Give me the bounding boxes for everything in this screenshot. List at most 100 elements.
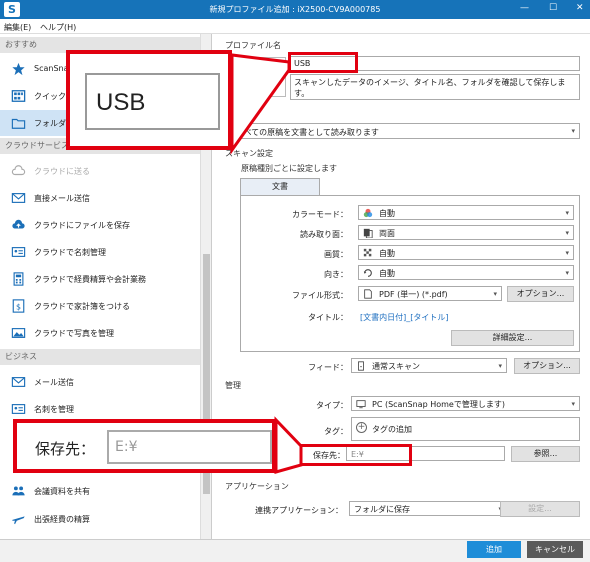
highlight-profile-name xyxy=(288,52,358,73)
orientation-dropdown[interactable]: 自動 ▾ xyxy=(358,265,574,280)
sidebar-item-cloud-card[interactable]: クラウドで名刺管理 xyxy=(0,239,200,265)
scan-settings-label: スキャン設定 xyxy=(225,149,273,158)
feed-dropdown[interactable]: 通常スキャン ▾ xyxy=(351,358,507,373)
orientation-label: 向き： xyxy=(324,270,348,279)
quality-value: 自動 xyxy=(379,249,395,258)
sidebar-item-cloud-file[interactable]: クラウドにファイルを保存 xyxy=(0,212,200,238)
plane-icon xyxy=(12,516,25,525)
callout-save-to-label: 保存先： xyxy=(35,440,96,458)
chevron-down-icon: ▾ xyxy=(571,400,575,408)
quality-label: 画質： xyxy=(324,250,348,259)
menu-edit[interactable]: 編集(E) xyxy=(4,22,31,33)
tab-document[interactable]: 文書 xyxy=(240,178,320,195)
people-icon xyxy=(12,486,25,496)
orientation-value: 自動 xyxy=(379,269,395,278)
color-wheel-icon xyxy=(363,208,373,218)
sidebar-item-mail-send[interactable]: メール送信 xyxy=(0,369,200,395)
chevron-down-icon: ▾ xyxy=(493,290,497,298)
scan-side-dropdown[interactable]: 両面 ▾ xyxy=(358,225,574,240)
sidebar-item-cloud-household[interactable]: $ クラウドで家計簿をつける xyxy=(0,293,200,319)
color-mode-label: カラーモード： xyxy=(292,210,348,219)
folder-preview[interactable] xyxy=(240,57,286,97)
callout-usb-text: USB xyxy=(96,89,146,116)
chevron-down-icon: ▾ xyxy=(498,362,502,370)
title-format-link[interactable]: [文書内日付]_[タイトル] xyxy=(360,312,448,323)
add-circle-icon[interactable]: + xyxy=(356,422,367,433)
sidebar-item-cloud-expense[interactable]: クラウドで経費精算や会計業務 xyxy=(0,266,200,292)
type-dropdown[interactable]: PC (ScanSnap Homeで管理します) ▾ xyxy=(351,396,580,411)
cancel-button[interactable]: キャンセル xyxy=(527,541,583,558)
file-format-value: PDF (単一) (*.pdf) xyxy=(379,290,448,299)
sidebar-item-label: メール送信 xyxy=(34,378,74,387)
scan-side-label: 読み取り面： xyxy=(300,230,348,239)
feed-value: 通常スキャン xyxy=(372,362,420,371)
format-options-button[interactable]: オプション... xyxy=(507,286,574,302)
color-mode-dropdown[interactable]: 自動 ▾ xyxy=(358,205,574,220)
calc-icon xyxy=(13,272,24,286)
feed-label: フィード： xyxy=(308,363,348,372)
color-mode-value: 自動 xyxy=(379,209,395,218)
callout-save-to-value: E:¥ xyxy=(115,439,138,455)
cloud-upload-icon xyxy=(12,219,25,229)
linked-app-dropdown[interactable]: フォルダに保存 ▾ xyxy=(349,501,507,516)
file-format-dropdown[interactable]: PDF (単一) (*.pdf) ▾ xyxy=(358,286,502,301)
sidebar-item-label: 直接メール送信 xyxy=(34,194,90,203)
sidebar-item-direct-mail[interactable]: 直接メール送信 xyxy=(0,185,200,211)
sidebar-item-travel-expense[interactable]: 出張経費の精算 xyxy=(0,506,200,532)
mail-icon xyxy=(11,193,26,203)
rotate-icon xyxy=(363,269,372,277)
minimize-icon[interactable]: — xyxy=(520,3,529,13)
sidebar-item-cloud-photo[interactable]: クラウドで写真を管理 xyxy=(0,320,200,346)
close-icon[interactable]: ✕ xyxy=(576,3,584,13)
duplex-icon xyxy=(363,228,373,238)
card-icon xyxy=(11,247,26,257)
tag-field[interactable]: + タグの追加 xyxy=(351,417,580,441)
chevron-down-icon: ▾ xyxy=(565,229,569,237)
feed-icon xyxy=(358,361,364,371)
sidebar-item-label: クラウドで写真を管理 xyxy=(34,329,114,338)
highlight-save-to xyxy=(299,444,412,466)
quality-dropdown[interactable]: 自動 ▾ xyxy=(358,245,574,260)
sidebar-item-label: クラウドで家計簿をつける xyxy=(34,302,130,311)
mail-icon xyxy=(11,377,26,387)
linked-app-label: 連携アプリケーション： xyxy=(255,506,343,515)
doc-type-value: すべての原稿を文書として読み取ります xyxy=(236,128,379,137)
callout-save-to-field: E:¥ xyxy=(107,430,272,464)
doc-type-dropdown[interactable]: すべての原稿を文書として読み取ります ▾ xyxy=(231,123,580,139)
chevron-down-icon: ▾ xyxy=(571,127,575,135)
pc-icon xyxy=(356,400,366,409)
sidebar-item-share-meeting[interactable]: 会議資料を共有 xyxy=(0,478,200,504)
profile-name-label: プロファイル名 xyxy=(225,41,281,50)
callout-usb-field: USB xyxy=(85,73,220,130)
sidebar-item-label: 会議資料を共有 xyxy=(34,487,90,496)
add-button[interactable]: 追加 xyxy=(467,541,521,558)
chevron-down-icon: ▾ xyxy=(565,209,569,217)
manage-label: 管理 xyxy=(225,381,241,390)
section-business: ビジネス xyxy=(0,349,200,365)
maximize-icon[interactable]: ☐ xyxy=(549,3,557,13)
folder-icon xyxy=(11,118,26,129)
per-type-label: 原稿種別ごとに設定します xyxy=(241,164,337,173)
grid-icon xyxy=(11,90,26,102)
sidebar-item-label: クラウドで名刺管理 xyxy=(34,248,106,257)
callout-usb-zoom: USB xyxy=(66,50,232,150)
type-value: PC (ScanSnap Homeで管理します) xyxy=(372,400,505,409)
app-settings-button[interactable]: 設定... xyxy=(500,501,580,517)
svg-text:$: $ xyxy=(16,303,21,312)
chevron-down-icon: ▾ xyxy=(565,249,569,257)
feed-options-button[interactable]: オプション... xyxy=(514,358,580,374)
menu-bar: 編集(E) ヘルプ(H) xyxy=(0,19,590,34)
title-label: タイトル： xyxy=(308,313,348,322)
quality-icon xyxy=(363,248,372,257)
detail-settings-button[interactable]: 詳細設定... xyxy=(451,330,574,346)
sidebar-item-label: 出張経費の精算 xyxy=(34,515,90,524)
dialog-footer: 追加 キャンセル xyxy=(0,539,590,562)
chevron-down-icon: ▾ xyxy=(565,269,569,277)
photo-icon xyxy=(11,328,26,338)
browse-button[interactable]: 参照... xyxy=(511,446,580,462)
sidebar-item-cloud-send[interactable]: クラウドに送る xyxy=(0,158,200,184)
profile-description[interactable]: スキャンしたデータのイメージ、タイトル名、フォルダを確認して保存します。 xyxy=(290,74,580,100)
pdf-file-icon xyxy=(364,289,372,299)
menu-help[interactable]: ヘルプ(H) xyxy=(40,22,76,33)
star-icon xyxy=(12,62,25,76)
